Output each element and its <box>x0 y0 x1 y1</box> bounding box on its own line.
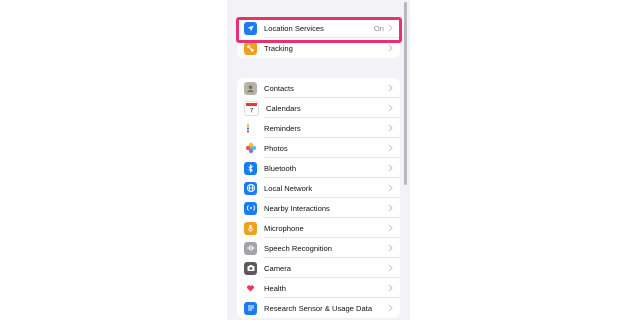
row-label: Bluetooth <box>264 163 297 173</box>
contacts-icon <box>244 81 257 95</box>
tracking-icon <box>244 41 257 55</box>
chevron-right-icon <box>388 284 393 292</box>
heart-icon <box>244 281 257 295</box>
photos-icon <box>244 141 257 155</box>
chevron-right-icon <box>388 184 393 192</box>
row-label: Tracking <box>264 43 293 53</box>
research-icon <box>244 301 257 315</box>
calendar-icon: 7 <box>244 100 259 116</box>
chevron-right-icon <box>388 104 393 112</box>
chevron-right-icon <box>388 124 393 132</box>
row-label: Local Network <box>264 183 313 193</box>
privacy-settings-screen: Location Services On Tracking Contacts 7 <box>227 0 410 320</box>
speech-recognition-row[interactable]: Speech Recognition <box>237 238 400 258</box>
bluetooth-row[interactable]: Bluetooth <box>237 158 400 178</box>
nearby-interactions-row[interactable]: Nearby Interactions <box>237 198 400 218</box>
row-label: Reminders <box>264 123 301 133</box>
reminders-icon <box>244 121 257 135</box>
calendars-row[interactable]: 7 Calendars <box>237 98 400 118</box>
row-label: Photos <box>264 143 288 153</box>
row-label: Speech Recognition <box>264 243 332 253</box>
chevron-right-icon <box>388 264 393 272</box>
location-services-highlight <box>236 17 402 43</box>
research-sensor-row[interactable]: Research Sensor & Usage Data <box>237 298 400 318</box>
bluetooth-icon <box>244 161 257 175</box>
photos-row[interactable]: Photos <box>237 138 400 158</box>
row-label: Calendars <box>266 103 301 113</box>
chevron-right-icon <box>388 244 393 252</box>
chevron-right-icon <box>388 224 393 232</box>
chevron-right-icon <box>388 204 393 212</box>
row-label: Health <box>264 283 286 293</box>
contacts-row[interactable]: Contacts <box>237 78 400 98</box>
globe-icon <box>244 181 257 195</box>
chevron-right-icon <box>388 304 393 312</box>
row-label: Research Sensor & Usage Data <box>264 303 373 313</box>
row-label: Nearby Interactions <box>264 203 330 213</box>
chevron-right-icon <box>388 144 393 152</box>
nearby-icon <box>244 201 257 215</box>
chevron-right-icon <box>388 84 393 92</box>
local-network-row[interactable]: Local Network <box>237 178 400 198</box>
camera-row[interactable]: Camera <box>237 258 400 278</box>
waveform-icon <box>244 241 257 255</box>
chevron-right-icon <box>388 164 393 172</box>
svg-text:7: 7 <box>250 108 254 114</box>
scrollbar[interactable] <box>404 2 407 185</box>
app-permissions-group: Contacts 7 Calendars Reminders Photos Bl… <box>237 78 400 318</box>
camera-icon <box>244 261 257 275</box>
health-row[interactable]: Health <box>237 278 400 298</box>
row-label: Camera <box>264 263 292 273</box>
microphone-icon <box>244 221 257 235</box>
chevron-right-icon <box>388 44 393 52</box>
microphone-row[interactable]: Microphone <box>237 218 400 238</box>
row-label: Contacts <box>264 83 294 93</box>
reminders-row[interactable]: Reminders <box>237 118 400 138</box>
row-label: Microphone <box>264 223 304 233</box>
